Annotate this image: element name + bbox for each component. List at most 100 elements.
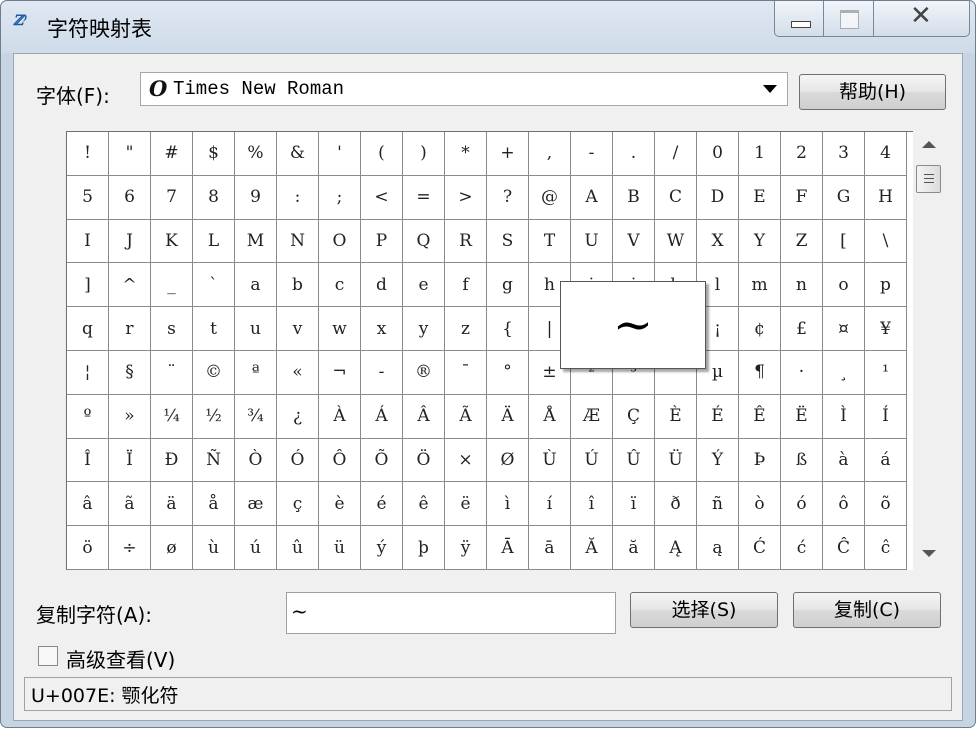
char-cell[interactable]: ° (487, 350, 529, 395)
char-cell[interactable]: ¬ (319, 350, 361, 395)
char-cell[interactable]: ò (739, 482, 781, 527)
char-cell[interactable]: ; (319, 175, 361, 220)
char-cell[interactable]: ¼ (151, 394, 193, 439)
char-cell[interactable]: Ć (739, 526, 781, 570)
char-cell[interactable]: ¨ (151, 350, 193, 395)
char-cell[interactable]: å (193, 482, 235, 527)
char-cell[interactable]: Ý (697, 438, 739, 483)
char-cell[interactable]: f (445, 263, 487, 308)
char-cell[interactable]: L (193, 219, 235, 264)
char-cell[interactable]: Ø (487, 438, 529, 483)
char-cell[interactable]: " (109, 132, 151, 176)
char-cell[interactable]: B (613, 175, 655, 220)
char-cell[interactable]: = (403, 175, 445, 220)
char-cell[interactable]: q (67, 307, 109, 351)
char-cell[interactable]: e (403, 263, 445, 308)
char-cell[interactable]: 8 (193, 175, 235, 220)
char-cell[interactable]: P (361, 219, 403, 264)
char-cell[interactable]: Ê (739, 394, 781, 439)
char-cell[interactable]: Ă (571, 526, 613, 570)
char-cell[interactable]: à (823, 438, 865, 483)
char-cell[interactable]: Ą (655, 526, 697, 570)
char-cell[interactable]: Î (67, 438, 109, 483)
char-cell[interactable]: ª (235, 350, 277, 395)
char-cell[interactable]: ] (67, 263, 109, 308)
character-grid[interactable]: ! " # $% & '() * +, -./0 1 2 3 4 5 6 7 8 9:; < = >? @ A B C D E F G H… (66, 131, 913, 570)
scroll-thumb[interactable] (916, 165, 941, 193)
char-cell[interactable]: o (823, 263, 865, 308)
char-cell[interactable]: ¹ (865, 350, 907, 395)
char-cell[interactable]: K (151, 219, 193, 264)
char-cell[interactable]: O (319, 219, 361, 264)
char-cell[interactable]: X (697, 219, 739, 264)
char-cell[interactable]: É (697, 394, 739, 439)
char-cell[interactable]: Ù (529, 438, 571, 483)
char-cell[interactable]: E (739, 175, 781, 220)
char-cell[interactable]: ì (487, 482, 529, 527)
char-cell[interactable]: y (403, 307, 445, 351)
char-cell[interactable]: ā (529, 526, 571, 570)
char-cell[interactable]: H (865, 175, 907, 220)
char-cell[interactable]: ö (67, 526, 109, 570)
char-cell[interactable]: - (571, 132, 613, 176)
char-cell[interactable]: » (109, 394, 151, 439)
char-cell[interactable]: { (487, 307, 529, 351)
advanced-view-checkbox[interactable] (38, 646, 58, 666)
char-cell[interactable]: £ (781, 307, 823, 351)
char-cell[interactable]: û (277, 526, 319, 570)
title-bar[interactable]: ℤ⁾ 字符映射表 ✕ (1, 1, 975, 53)
char-cell[interactable]: Á (361, 394, 403, 439)
char-cell[interactable]: z (445, 307, 487, 351)
char-cell[interactable]: ð (655, 482, 697, 527)
char-cell[interactable]: A (571, 175, 613, 220)
char-cell[interactable]: Å (529, 394, 571, 439)
char-cell[interactable]: Y (739, 219, 781, 264)
char-cell[interactable]: T (529, 219, 571, 264)
char-cell[interactable]: I (67, 219, 109, 264)
char-cell[interactable]: Ĉ (823, 526, 865, 570)
char-cell[interactable]: ô (823, 482, 865, 527)
char-cell[interactable]: Õ (361, 438, 403, 483)
char-cell[interactable]: ç (277, 482, 319, 527)
char-cell[interactable]: Ï (109, 438, 151, 483)
char-cell[interactable]: ï (613, 482, 655, 527)
char-cell[interactable]: ý (361, 526, 403, 570)
char-cell[interactable]: / (655, 132, 697, 176)
char-cell[interactable]: 1 (739, 132, 781, 176)
char-cell[interactable]: Z (781, 219, 823, 264)
char-cell[interactable]: _ (151, 263, 193, 308)
char-cell[interactable]: þ (403, 526, 445, 570)
char-cell[interactable]: Ò (235, 438, 277, 483)
char-cell[interactable]: 6 (109, 175, 151, 220)
char-cell[interactable]: Ô (319, 438, 361, 483)
char-cell[interactable]: u (235, 307, 277, 351)
char-cell[interactable]: - (361, 350, 403, 395)
char-cell[interactable]: 2 (781, 132, 823, 176)
char-cell[interactable]: 7 (151, 175, 193, 220)
char-cell[interactable]: ¯ (445, 350, 487, 395)
char-cell[interactable]: ' (319, 132, 361, 176)
char-cell[interactable]: C (655, 175, 697, 220)
char-cell[interactable]: V (613, 219, 655, 264)
char-cell[interactable]: R (445, 219, 487, 264)
char-cell[interactable]: 3 (823, 132, 865, 176)
char-cell[interactable]: © (193, 350, 235, 395)
char-cell[interactable]: ¶ (739, 350, 781, 395)
char-cell[interactable]: ? (487, 175, 529, 220)
char-cell[interactable]: ú (235, 526, 277, 570)
char-cell[interactable]: Þ (739, 438, 781, 483)
char-cell[interactable]: > (445, 175, 487, 220)
minimize-button[interactable] (774, 1, 824, 37)
char-cell[interactable]: ¿ (277, 394, 319, 439)
char-cell[interactable]: S (487, 219, 529, 264)
char-cell[interactable]: ¢ (739, 307, 781, 351)
char-cell[interactable]: ¦ (67, 350, 109, 395)
char-cell[interactable]: ó (781, 482, 823, 527)
char-cell[interactable]: x (361, 307, 403, 351)
char-cell[interactable]: r (109, 307, 151, 351)
copy-chars-input[interactable]: ~ (286, 592, 616, 634)
char-cell[interactable]: õ (865, 482, 907, 527)
char-cell[interactable]: * (445, 132, 487, 176)
char-cell[interactable]: G (823, 175, 865, 220)
scroll-up-icon[interactable] (922, 141, 936, 148)
